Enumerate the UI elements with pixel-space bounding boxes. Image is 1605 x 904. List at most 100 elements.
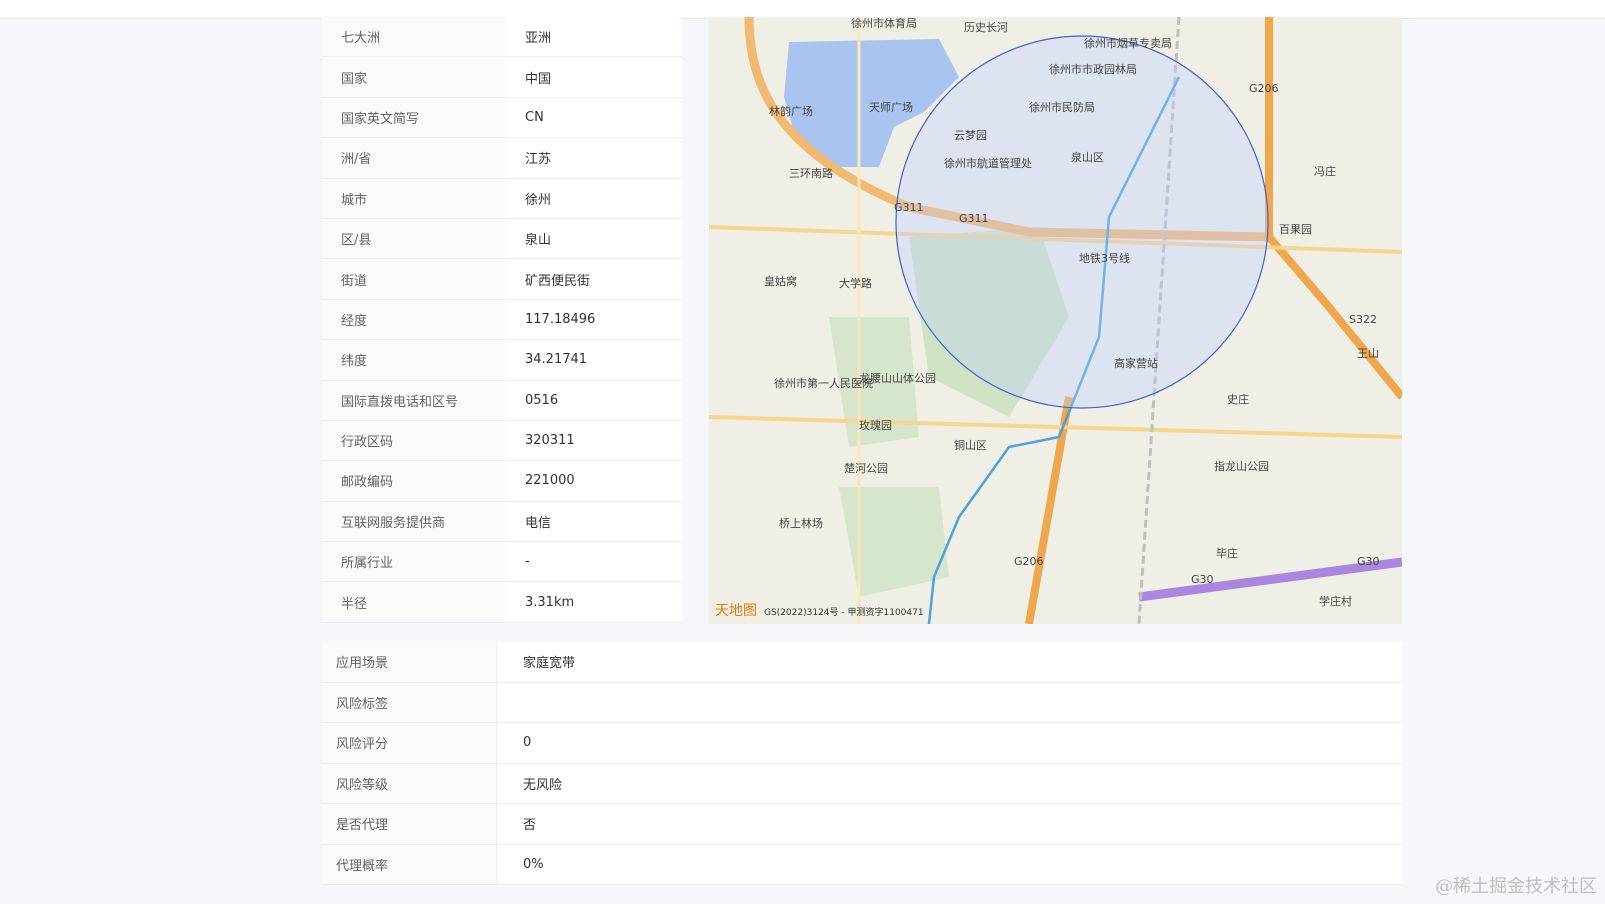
info-value: 徐州 <box>505 178 682 219</box>
map-label: 学庄村 <box>1319 594 1352 608</box>
map-label: 冯庄 <box>1314 164 1336 178</box>
info-key: 国家 <box>322 56 505 98</box>
risk-row: 是否代理否 <box>322 803 1402 845</box>
info-row: 国际直拨电话和区号 0516 <box>322 380 682 421</box>
risk-key: 风险标签 <box>322 682 497 723</box>
info-key: 七大洲 <box>322 17 505 58</box>
info-row: 街道 矿西便民街 <box>322 258 682 300</box>
risk-row: 风险评分 0 <box>322 722 1402 764</box>
info-value: 亚洲 <box>505 17 682 58</box>
map-label: 王山 <box>1357 347 1379 360</box>
highway-g206-south <box>1025 396 1073 624</box>
map-label: 桥上林场 <box>779 516 823 530</box>
map-label: 徐州市烟草专卖局 <box>1084 36 1172 50</box>
info-key: 互联网服务提供商 <box>322 501 505 543</box>
info-row: 互联网服务提供商 电信 <box>322 501 682 543</box>
info-row: 半径 3.31km <box>322 581 682 623</box>
info-value: 320311 <box>505 420 682 462</box>
risk-row: 应用场景 家庭宽带 <box>322 642 1402 683</box>
risk-row: 风险等级 无风险 <box>322 763 1402 804</box>
risk-row: 风险标签 <box>322 682 1402 723</box>
info-row: 纬度 34.21741 <box>322 339 682 381</box>
map-label: 泉山区 <box>1071 150 1104 164</box>
map-label: 徐州市市政园林局 <box>1049 62 1137 76</box>
info-value: 中国 <box>505 56 682 98</box>
map-label: 玫瑰园 <box>859 418 892 432</box>
info-row: 经度 117.18496 <box>322 299 682 341</box>
info-value: CN <box>505 97 682 139</box>
info-key: 洲/省 <box>322 137 505 179</box>
info-key: 国际直拨电话和区号 <box>322 380 505 421</box>
info-value: - <box>505 541 682 583</box>
location-map[interactable]: 徐州市体育局 历史长河徐州市烟草专卖局徐州市市政园林局徐州市民防局 林韵广场 天师广场… <box>709 17 1402 624</box>
info-value: 34.21741 <box>505 339 682 381</box>
info-key: 所属行业 <box>322 541 505 583</box>
map-label: 徐州市民防局 <box>1029 100 1095 114</box>
info-value: 矿西便民街 <box>505 258 682 300</box>
info-key: 行政区码 <box>322 420 505 462</box>
risk-info-table: 应用场景 家庭宽带 风险标签 风险评分 0 风险等级 无风险 是否代理否代理概率 0% <box>322 642 1402 885</box>
map-logo: 天地图 <box>715 603 757 619</box>
map-label: 历史长河 <box>964 21 1008 34</box>
info-row: 国家英文简写 CN <box>322 97 682 139</box>
map-label: 天师广场 <box>869 100 913 114</box>
risk-value: 无风险 <box>496 763 1402 804</box>
info-key: 经度 <box>322 299 505 341</box>
map-label: 地铁3号线 <box>1079 251 1130 265</box>
map-label: 龙腰山山体公园 <box>859 371 936 385</box>
map-label: 指龙山公园 <box>1214 459 1269 473</box>
info-key: 区/县 <box>322 218 505 260</box>
risk-value <box>496 682 1402 723</box>
info-row: 行政区码 320311 <box>322 420 682 462</box>
info-key: 街道 <box>322 258 505 300</box>
info-value: 3.31km <box>505 581 682 623</box>
risk-value: 0% <box>496 844 1402 885</box>
info-value: 0516 <box>505 380 682 421</box>
info-value: 江苏 <box>505 137 682 179</box>
info-key: 纬度 <box>322 339 505 381</box>
info-row: 城市 徐州 <box>322 178 682 219</box>
map-label: 云梦园 <box>954 129 987 142</box>
info-row: 所属行业 - <box>322 541 682 583</box>
map-label: 百果园 <box>1279 223 1312 236</box>
map-label: G311 <box>959 212 989 225</box>
map-label: 高家营站 <box>1114 356 1158 370</box>
info-key: 邮政编码 <box>322 460 505 502</box>
info-row: 七大洲 亚洲 <box>322 17 682 58</box>
map-label: 徐州市航道管理处 <box>944 156 1032 170</box>
map-canvas[interactable]: 徐州市体育局 历史长河徐州市烟草专卖局徐州市市政园林局徐州市民防局 林韵广场 天师广场… <box>709 17 1402 624</box>
risk-value: 0 <box>496 722 1402 764</box>
highway-g206 <box>1265 17 1402 400</box>
map-label: 楚河公园 <box>844 461 888 475</box>
info-key: 城市 <box>322 178 505 219</box>
map-label: 铜山区 <box>954 438 987 452</box>
risk-row: 代理概率 0% <box>322 844 1402 885</box>
watermark: @稀土掘金技术社区 <box>1435 876 1597 897</box>
map-label: G30 <box>1191 573 1214 586</box>
map-label: G206 <box>1249 82 1279 95</box>
map-credit: GS(2022)3124号 - 甲测资字1100471 <box>764 606 924 618</box>
map-label: 徐州市体育局 <box>851 17 917 30</box>
map-label: 毕庄 <box>1216 546 1238 560</box>
risk-key: 风险评分 <box>322 722 497 764</box>
risk-key: 代理概率 <box>322 844 497 885</box>
radius-circle <box>895 35 1269 409</box>
map-label: 林韵广场 <box>769 104 813 118</box>
risk-value: 否 <box>496 803 1402 845</box>
info-key: 半径 <box>322 581 505 623</box>
map-label: G30 <box>1357 555 1380 568</box>
risk-key: 是否代理 <box>322 803 497 845</box>
map-label: 史庄 <box>1227 392 1249 406</box>
map-label: G206 <box>1014 555 1044 568</box>
info-value: 117.18496 <box>505 299 682 341</box>
info-row: 洲/省 江苏 <box>322 137 682 179</box>
info-row: 邮政编码 221000 <box>322 460 682 502</box>
road <box>709 415 1402 439</box>
info-row: 区/县 泉山 <box>322 218 682 260</box>
map-label: S322 <box>1349 313 1377 326</box>
risk-key: 应用场景 <box>322 642 497 683</box>
risk-key: 风险等级 <box>322 763 497 804</box>
risk-value: 家庭宽带 <box>496 642 1402 683</box>
map-label: 三环南路 <box>789 167 833 180</box>
map-label: 大学路 <box>839 276 872 290</box>
